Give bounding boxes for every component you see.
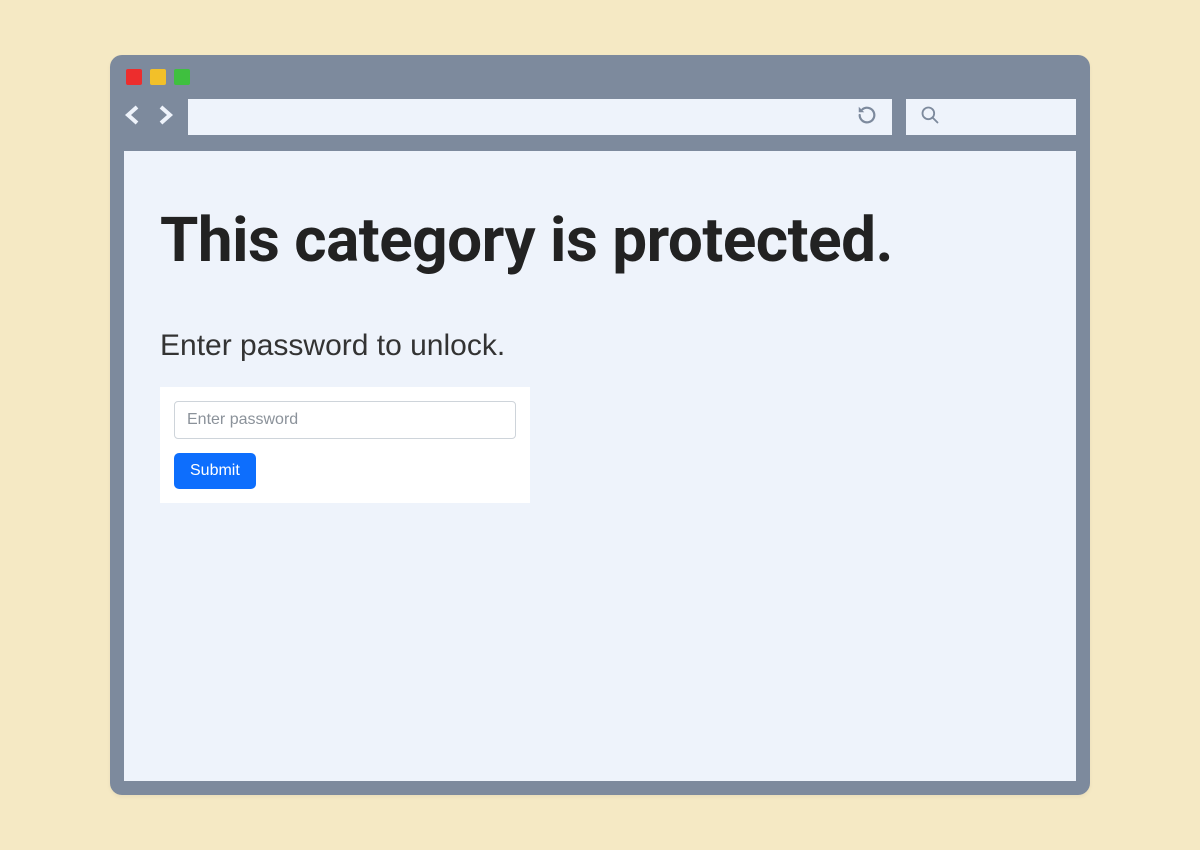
search-button[interactable] <box>920 105 940 129</box>
forward-button[interactable] <box>156 104 174 130</box>
browser-window: This category is protected. Enter passwo… <box>110 55 1090 795</box>
url-bar[interactable] <box>188 99 892 135</box>
search-bar[interactable] <box>906 99 1076 135</box>
minimize-icon[interactable] <box>150 69 166 85</box>
refresh-button[interactable] <box>856 104 878 130</box>
nav-arrows <box>124 104 174 130</box>
chevron-left-icon <box>124 104 142 126</box>
back-button[interactable] <box>124 104 142 130</box>
password-input[interactable] <box>174 401 516 439</box>
submit-button[interactable]: Submit <box>174 453 256 489</box>
chevron-right-icon <box>156 104 174 126</box>
close-icon[interactable] <box>126 69 142 85</box>
browser-toolbar <box>124 99 1076 135</box>
maximize-icon[interactable] <box>174 69 190 85</box>
search-icon <box>920 105 940 125</box>
window-controls <box>124 69 1076 85</box>
page-content: This category is protected. Enter passwo… <box>124 151 1076 781</box>
page-subtitle: Enter password to unlock. <box>160 329 1040 363</box>
refresh-icon <box>856 104 878 126</box>
password-form: Submit <box>160 387 530 503</box>
page-title: This category is protected. <box>160 207 1040 275</box>
